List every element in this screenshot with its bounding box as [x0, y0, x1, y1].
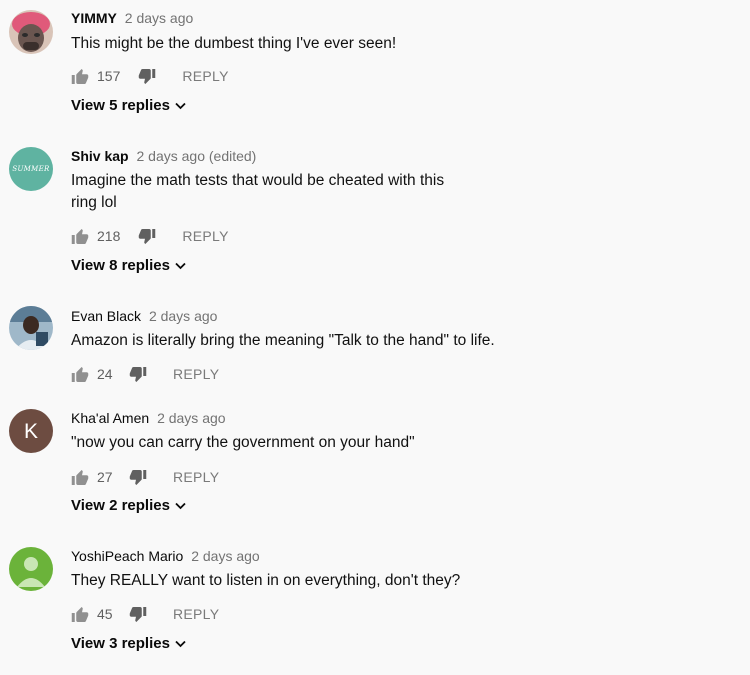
like-icon[interactable] [71, 366, 89, 383]
reply-button[interactable]: REPLY [182, 228, 228, 244]
reply-button[interactable]: REPLY [173, 469, 219, 485]
comment-author[interactable]: YIMMY [71, 10, 117, 26]
chevron-down-icon [175, 502, 186, 509]
like-icon[interactable] [71, 228, 89, 245]
like-count: 157 [97, 68, 121, 84]
reply-button[interactable]: REPLY [173, 606, 219, 622]
comment-timestamp[interactable]: 2 days ago [125, 10, 194, 26]
view-replies-button[interactable]: View 8 replies [71, 257, 186, 274]
avatar[interactable] [9, 306, 53, 350]
view-replies-button[interactable]: View 2 replies [71, 497, 186, 514]
view-replies-button[interactable]: View 5 replies [71, 97, 186, 114]
comment-text: They REALLY want to listen in on everyth… [71, 572, 461, 589]
comment-text: Imagine the math tests that would be che… [71, 172, 445, 211]
like-icon[interactable] [71, 469, 89, 486]
avatar[interactable] [9, 547, 53, 591]
comment-timestamp[interactable]: 2 days ago [157, 410, 226, 426]
avatar-text: SUMMER [12, 165, 50, 173]
view-replies-label: View 8 replies [71, 257, 170, 274]
like-count: 218 [97, 228, 121, 244]
view-replies-label: View 3 replies [71, 635, 170, 652]
dislike-icon[interactable] [129, 366, 147, 383]
like-icon[interactable] [71, 68, 89, 85]
dislike-icon[interactable] [138, 228, 156, 245]
comment-timestamp[interactable]: 2 days ago [149, 308, 218, 324]
view-replies-label: View 5 replies [71, 97, 170, 114]
chevron-down-icon [175, 640, 186, 647]
comment-author[interactable]: Kha'al Amen [71, 410, 149, 426]
reply-button[interactable]: REPLY [182, 68, 228, 84]
like-icon[interactable] [71, 606, 89, 623]
like-count: 24 [97, 366, 113, 382]
comment-timestamp[interactable]: 2 days ago [191, 548, 260, 564]
avatar[interactable]: K [9, 409, 53, 453]
comment-author[interactable]: Shiv kap [71, 148, 129, 164]
reply-button[interactable]: REPLY [173, 366, 219, 382]
comment-text: "now you can carry the government on you… [71, 434, 415, 451]
like-count: 27 [97, 469, 113, 485]
chevron-down-icon [175, 102, 186, 109]
comment-text: Amazon is literally bring the meaning "T… [71, 332, 495, 349]
view-replies-label: View 2 replies [71, 497, 170, 514]
like-count: 45 [97, 606, 113, 622]
comment-text: This might be the dumbest thing I've eve… [71, 35, 397, 52]
avatar[interactable] [9, 10, 53, 54]
avatar[interactable]: SUMMER [9, 147, 53, 191]
dislike-icon[interactable] [138, 68, 156, 85]
chevron-down-icon [175, 262, 186, 269]
avatar-letter: K [23, 419, 38, 443]
dislike-icon[interactable] [129, 606, 147, 623]
comment-author[interactable]: Evan Black [71, 308, 141, 324]
comment-author[interactable]: YoshiPeach Mario [71, 548, 183, 564]
comment-timestamp[interactable]: 2 days ago (edited) [136, 148, 256, 164]
dislike-icon[interactable] [129, 469, 147, 486]
view-replies-button[interactable]: View 3 replies [71, 635, 186, 652]
